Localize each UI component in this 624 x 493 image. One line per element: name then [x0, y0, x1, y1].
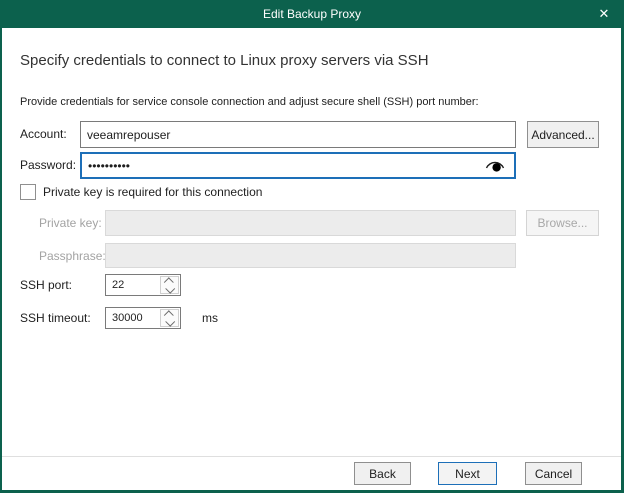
account-label: Account:	[20, 121, 67, 147]
cancel-button[interactable]: Cancel	[525, 462, 582, 485]
advanced-button[interactable]: Advanced...	[527, 121, 599, 148]
browse-button: Browse...	[526, 210, 599, 236]
ssh-timeout-spinner[interactable]: 30000	[105, 307, 181, 329]
ssh-port-label: SSH port:	[20, 274, 72, 296]
ssh-port-value[interactable]: 22	[112, 275, 124, 295]
ssh-port-arrows	[160, 276, 179, 294]
next-button[interactable]: Next	[438, 462, 497, 485]
titlebar: Edit Backup Proxy ✕	[0, 0, 624, 28]
ssh-timeout-value[interactable]: 30000	[112, 308, 143, 328]
edit-backup-proxy-dialog: Edit Backup Proxy ✕ Specify credentials …	[0, 0, 624, 493]
instruction-text: Provide credentials for service console …	[20, 96, 479, 108]
ssh-timeout-down-icon[interactable]	[161, 318, 178, 326]
ssh-timeout-arrows	[160, 309, 179, 327]
password-input[interactable]	[80, 152, 516, 179]
footer-separator	[2, 456, 621, 457]
ssh-timeout-label: SSH timeout:	[20, 307, 91, 329]
private-key-input	[105, 210, 516, 236]
window-title: Edit Backup Proxy	[0, 0, 624, 28]
passphrase-label: Passphrase:	[39, 243, 106, 269]
back-button[interactable]: Back	[354, 462, 411, 485]
password-label: Password:	[20, 152, 76, 178]
reveal-password-icon[interactable]	[484, 158, 506, 173]
private-key-checkbox[interactable]	[20, 184, 36, 200]
close-icon[interactable]: ✕	[584, 0, 624, 28]
passphrase-input	[105, 243, 516, 268]
ssh-timeout-unit: ms	[202, 307, 218, 329]
private-key-label: Private key:	[39, 210, 102, 236]
account-input[interactable]	[80, 121, 516, 148]
private-key-checkbox-label[interactable]: Private key is required for this connect…	[43, 179, 262, 205]
ssh-port-spinner[interactable]: 22	[105, 274, 181, 296]
page-title: Specify credentials to connect to Linux …	[20, 52, 429, 69]
ssh-port-down-icon[interactable]	[161, 285, 178, 293]
